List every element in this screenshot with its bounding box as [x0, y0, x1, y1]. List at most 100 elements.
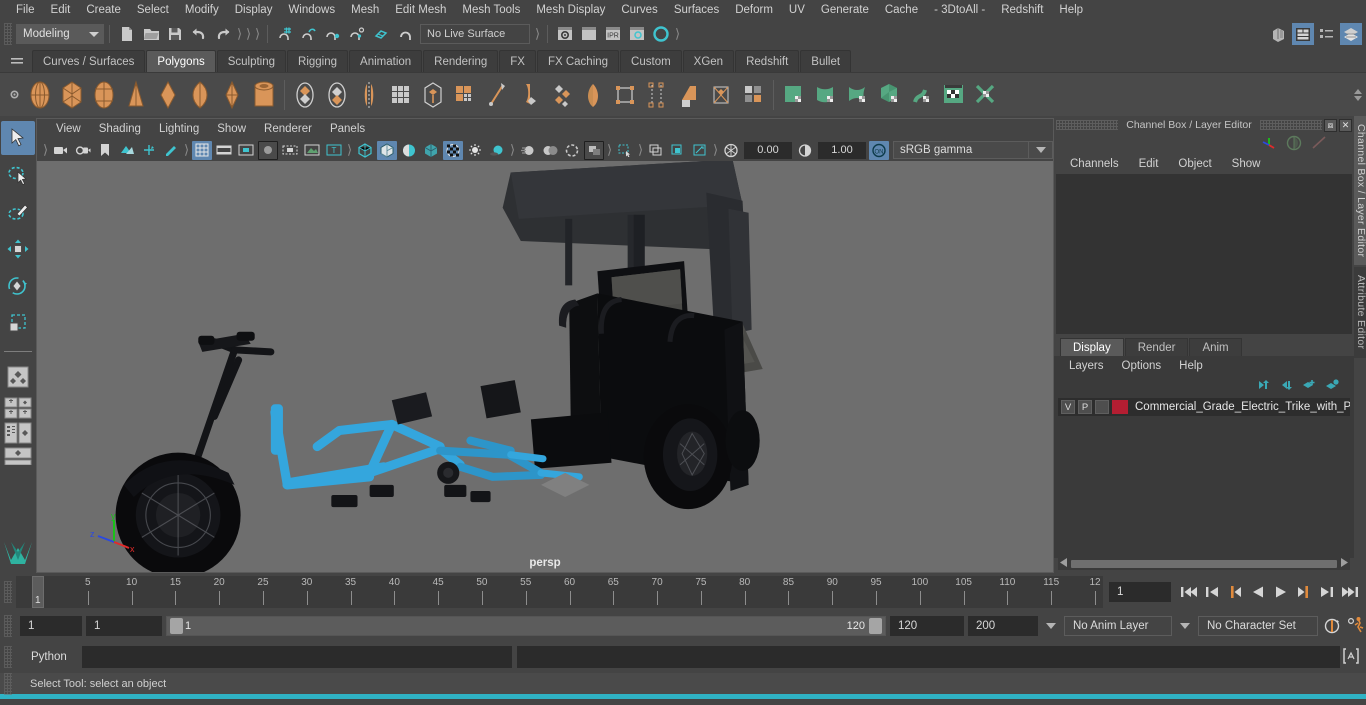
current-frame-field[interactable]: 1 — [1109, 582, 1171, 602]
shelf-tab-sculpting[interactable]: Sculpting — [216, 50, 287, 72]
open-scene-icon[interactable] — [140, 23, 162, 45]
poly-crease-icon[interactable] — [705, 78, 737, 112]
anim-start-time-field[interactable]: 1 — [20, 616, 82, 636]
poly-multi-cut-icon[interactable] — [641, 78, 673, 112]
character-set-selector[interactable]: No Character Set — [1198, 616, 1318, 636]
color-management-toggle-icon[interactable]: ON — [869, 140, 889, 160]
show-hide-channel-box-icon[interactable] — [1340, 23, 1362, 45]
animation-preferences-icon[interactable] — [1346, 615, 1366, 637]
layer-menu-options[interactable]: Options — [1113, 360, 1171, 372]
two-d-pan-zoom-icon[interactable] — [139, 141, 159, 160]
uv-spherical-icon[interactable] — [842, 78, 874, 112]
depth-of-field-icon[interactable] — [562, 141, 582, 160]
channel-box-attribute-list[interactable] — [1056, 174, 1352, 334]
snap-to-curve-icon[interactable] — [298, 23, 320, 45]
move-layer-down-icon[interactable] — [1278, 379, 1294, 394]
exposure-field[interactable]: 0.00 — [744, 141, 792, 159]
layer-tab-render[interactable]: Render — [1124, 338, 1189, 356]
move-tool-icon[interactable] — [1, 232, 35, 266]
step-forward-key-icon[interactable] — [1294, 581, 1314, 603]
render-settings-icon[interactable] — [626, 23, 648, 45]
uv-automatic-icon[interactable] — [874, 78, 906, 112]
safe-action-icon[interactable] — [302, 141, 322, 160]
snap-to-projected-center-icon[interactable] — [346, 23, 368, 45]
restore-icon[interactable]: ⧈ — [1324, 118, 1337, 132]
uv-cylindrical-icon[interactable] — [810, 78, 842, 112]
layer-list-horizontal-scrollbar[interactable] — [1058, 558, 1350, 570]
menu-item-generate[interactable]: Generate — [813, 0, 877, 20]
color-management-dropdown[interactable]: sRGB gamma — [893, 141, 1029, 159]
poly-separate-icon[interactable] — [321, 78, 353, 112]
shelf-menu-icon[interactable] — [6, 50, 28, 72]
range-start-handle[interactable] — [170, 618, 183, 634]
status-line-grip[interactable] — [4, 23, 12, 45]
shelf-tab-rigging[interactable]: Rigging — [287, 50, 349, 72]
poly-pipe-icon[interactable] — [248, 78, 280, 112]
command-language-label[interactable]: Python — [21, 651, 77, 663]
wireframe-icon[interactable] — [355, 141, 375, 160]
time-slider-grip[interactable] — [4, 581, 12, 603]
shelf-tab-polygons[interactable]: Polygons — [146, 50, 216, 72]
poly-sphere-icon[interactable] — [24, 78, 56, 112]
select-camera-icon[interactable] — [51, 141, 71, 160]
exposure-icon[interactable] — [721, 141, 741, 160]
layer-tab-display[interactable]: Display — [1060, 338, 1124, 356]
step-back-frame-icon[interactable] — [1202, 581, 1222, 603]
step-forward-frame-icon[interactable] — [1317, 581, 1337, 603]
menu-item-edit-mesh[interactable]: Edit Mesh — [387, 0, 454, 20]
close-icon[interactable]: ✕ — [1339, 118, 1352, 132]
menu-item-display[interactable]: Display — [227, 0, 281, 20]
scrollbar-thumb[interactable] — [1071, 560, 1337, 568]
create-layer-from-selected-icon[interactable] — [1324, 378, 1340, 394]
menu-item-cache[interactable]: Cache — [877, 0, 926, 20]
shadows-icon[interactable] — [465, 141, 485, 160]
layer-menu-help[interactable]: Help — [1170, 360, 1212, 372]
undo-icon[interactable] — [188, 23, 210, 45]
ipr-render-icon[interactable] — [578, 23, 600, 45]
camera-attributes-icon[interactable] — [73, 141, 93, 160]
viewport-capture-icon[interactable] — [690, 141, 710, 160]
poly-plane-icon[interactable] — [184, 78, 216, 112]
channel-sphere-icon[interactable] — [1286, 135, 1302, 154]
uv-editor-window-icon[interactable] — [938, 78, 970, 112]
xray-icon[interactable] — [615, 141, 635, 160]
color-management-chevron-down-icon[interactable] — [1029, 141, 1053, 159]
scroll-down-icon[interactable] — [1354, 95, 1362, 101]
layer-menu-layers[interactable]: Layers — [1060, 360, 1113, 372]
textured-icon[interactable] — [421, 141, 441, 160]
select-by-hierarchy-group[interactable]: ⟩ — [235, 25, 244, 43]
viewport-menu-view[interactable]: View — [47, 119, 90, 139]
uv-contour-icon[interactable] — [906, 78, 938, 112]
create-new-layer-icon[interactable] — [1301, 379, 1317, 394]
rotate-tool-icon[interactable] — [1, 269, 35, 303]
command-line-grip[interactable] — [4, 646, 12, 668]
poly-mirror-icon[interactable] — [353, 78, 385, 112]
image-plane-icon[interactable] — [117, 141, 137, 160]
current-time-indicator[interactable]: 1 — [32, 576, 44, 608]
menu-item-surfaces[interactable]: Surfaces — [666, 0, 727, 20]
xray-joints-icon[interactable] — [646, 141, 666, 160]
show-hide-attribute-editor-icon[interactable] — [1292, 23, 1314, 45]
use-default-material-icon[interactable] — [399, 141, 419, 160]
anim-layer-chevron-down-icon[interactable] — [1042, 616, 1060, 636]
channel-slider-icon[interactable] — [1310, 135, 1328, 154]
scale-tool-icon[interactable] — [1, 306, 35, 340]
screen-space-ao-icon[interactable] — [487, 141, 507, 160]
anim-end-time-field[interactable]: 200 — [968, 616, 1038, 636]
film-gate-icon[interactable] — [214, 141, 234, 160]
poly-wedge-icon[interactable] — [545, 78, 577, 112]
show-hide-tool-settings-icon[interactable] — [1316, 23, 1338, 45]
range-end-handle[interactable] — [869, 618, 882, 634]
viewport-menu-shading[interactable]: Shading — [90, 119, 150, 139]
shelf-options-gear-icon[interactable] — [4, 73, 24, 117]
paint-select-tool-icon[interactable] — [1, 195, 35, 229]
scroll-up-icon[interactable] — [1354, 88, 1362, 94]
title-safe-icon[interactable]: T — [324, 141, 344, 160]
menu-set-selector[interactable]: Modeling — [16, 24, 104, 44]
render-view-icon[interactable] — [650, 23, 672, 45]
range-end-time-field[interactable]: 120 — [890, 616, 964, 636]
snap-to-view-plane-icon[interactable] — [370, 23, 392, 45]
poly-quad-draw-icon[interactable] — [609, 78, 641, 112]
layer-list[interactable]: V P Commercial_Grade_Electric_Trike_with… — [1054, 396, 1354, 558]
select-by-object-group[interactable]: ⟩ — [244, 25, 253, 43]
